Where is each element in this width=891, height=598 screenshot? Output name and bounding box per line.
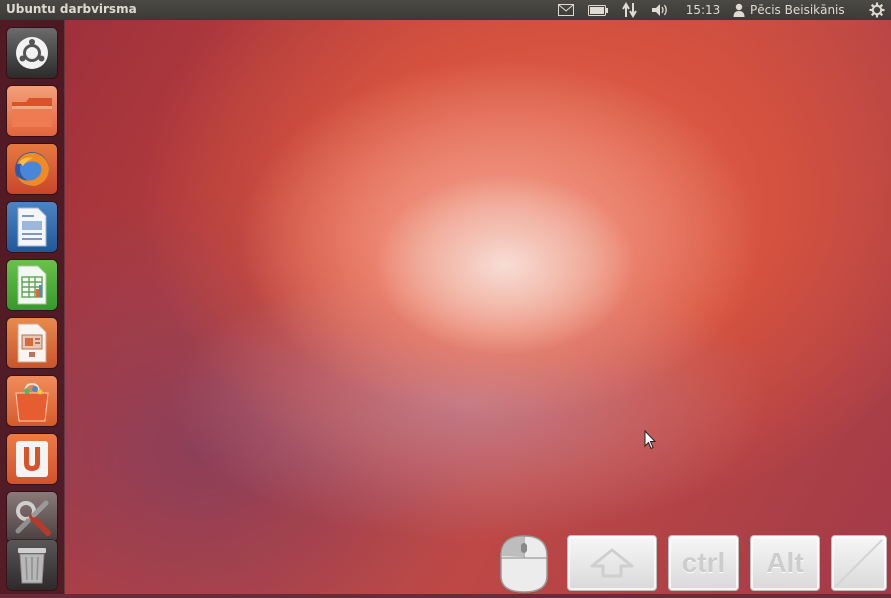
ctrl-key-label: ctrl	[681, 547, 726, 578]
alt-key[interactable]: Alt	[750, 535, 820, 591]
shopping-bag-icon	[15, 382, 49, 422]
session-gear-icon[interactable]	[866, 0, 888, 20]
firefox-launcher-item[interactable]	[7, 144, 57, 194]
writer-document-icon	[17, 207, 47, 247]
top-panel: Ubuntu darbvirsma 15:13 Pēcis Beisikānis	[0, 0, 891, 20]
libreoffice-calc-launcher-item[interactable]	[7, 260, 57, 310]
system-settings-launcher-item[interactable]	[7, 492, 57, 542]
libreoffice-writer-launcher-item[interactable]	[7, 202, 57, 252]
dash-home-button[interactable]	[7, 28, 57, 78]
network-icon[interactable]	[619, 0, 641, 20]
ubuntu-one-icon	[16, 441, 48, 477]
clock[interactable]: 15:13	[682, 0, 724, 20]
trash-launcher-item[interactable]	[7, 540, 57, 590]
calc-spreadsheet-icon	[17, 265, 47, 305]
libreoffice-impress-launcher-item[interactable]	[7, 318, 57, 368]
tools-icon	[15, 500, 51, 536]
trash-icon	[18, 548, 46, 584]
impress-presentation-icon	[17, 323, 47, 363]
ubuntu-one-launcher-item[interactable]	[7, 434, 57, 484]
window-title: Ubuntu darbvirsma	[6, 2, 137, 16]
user-icon	[732, 0, 746, 20]
mail-icon[interactable]	[556, 0, 576, 20]
mouse-pointer-icon	[644, 429, 657, 454]
alt-key-label: Alt	[766, 547, 804, 578]
ctrl-key[interactable]: ctrl	[668, 535, 739, 591]
ubuntu-logo-icon	[16, 37, 48, 69]
mouse-icon	[500, 535, 548, 593]
key-sheen-icon	[835, 539, 883, 587]
files-launcher-item[interactable]	[7, 86, 57, 136]
mouse-key[interactable]	[497, 534, 551, 594]
launcher	[0, 20, 65, 594]
folder-icon	[12, 98, 52, 127]
blank-key[interactable]	[831, 535, 887, 591]
software-center-launcher-item[interactable]	[7, 376, 57, 426]
battery-icon[interactable]	[587, 0, 609, 20]
volume-icon[interactable]	[650, 0, 672, 20]
firefox-icon	[15, 152, 49, 186]
user-name[interactable]: Pēcis Beisikānis	[750, 0, 860, 20]
shift-arrow-icon	[590, 548, 634, 578]
shift-key[interactable]	[567, 535, 657, 591]
desktop-wallpaper	[0, 0, 891, 594]
